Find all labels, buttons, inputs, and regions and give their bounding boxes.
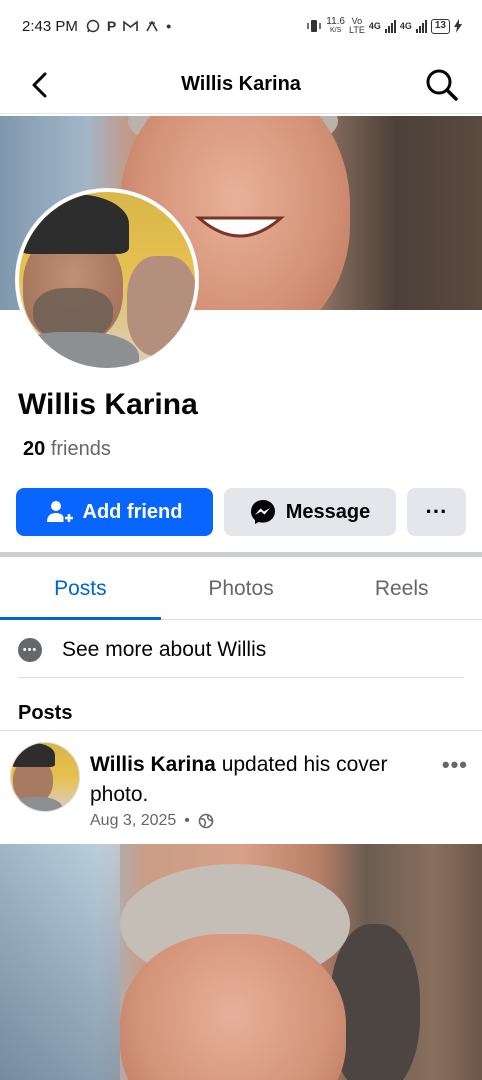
profile-tabs: Posts Photos Reels bbox=[0, 558, 482, 620]
signal-bars-2-icon bbox=[415, 19, 427, 33]
post-header: Willis Karina updated his cover photo. A… bbox=[10, 742, 472, 838]
profile-actions: Add friend Message ··· bbox=[16, 488, 466, 536]
message-button[interactable]: Message bbox=[224, 488, 396, 536]
tab-photos[interactable]: Photos bbox=[161, 558, 322, 619]
posts-divider bbox=[0, 730, 482, 731]
profile-picture[interactable] bbox=[15, 188, 199, 372]
speed-unit: K/S bbox=[329, 27, 342, 34]
friends-count: 20 bbox=[23, 438, 46, 460]
add-person-icon bbox=[46, 501, 73, 522]
network-4g-1: 4G bbox=[368, 21, 381, 31]
p-icon: P bbox=[106, 18, 117, 34]
post-date[interactable]: Aug 3, 2025 bbox=[90, 812, 176, 830]
add-friend-button[interactable]: Add friend bbox=[16, 488, 213, 536]
page-title: Willis Karina bbox=[181, 73, 301, 95]
more-dots-icon: ··· bbox=[425, 499, 448, 524]
vibrate-icon bbox=[307, 20, 321, 32]
post-text: Willis Karina updated his cover photo. bbox=[90, 750, 420, 810]
post-meta: Aug 3, 2025 • bbox=[90, 812, 214, 830]
status-time: 2:43 PM bbox=[22, 17, 78, 35]
more-options-button[interactable]: ··· bbox=[407, 488, 466, 536]
posts-section-heading: Posts bbox=[18, 702, 73, 724]
tab-posts[interactable]: Posts bbox=[0, 558, 161, 620]
back-button[interactable] bbox=[22, 67, 58, 103]
status-bar: 2:43 PM P • 11.6 K/S Vo LTE 4G 4G 13 bbox=[0, 0, 482, 52]
gmail-icon bbox=[123, 20, 139, 31]
friends-count-link[interactable]: 20 friends bbox=[23, 438, 111, 461]
post-author-name[interactable]: Willis Karina bbox=[90, 753, 216, 776]
search-button[interactable] bbox=[424, 67, 460, 103]
top-app-bar: Willis Karina bbox=[0, 56, 482, 114]
whatsapp-icon bbox=[86, 19, 100, 33]
post-image[interactable] bbox=[0, 844, 482, 1080]
add-friend-label: Add friend bbox=[82, 500, 183, 523]
battery-level: 13 bbox=[430, 18, 450, 34]
post-author-avatar[interactable] bbox=[10, 742, 80, 812]
app-icon bbox=[146, 20, 158, 32]
search-icon bbox=[426, 69, 458, 101]
status-dot: • bbox=[166, 18, 172, 34]
network-4g-2: 4G bbox=[399, 21, 412, 31]
charging-icon bbox=[454, 19, 462, 33]
see-more-label: See more about Willis bbox=[62, 637, 267, 661]
section-divider bbox=[0, 552, 482, 557]
more-info-icon: ••• bbox=[18, 637, 42, 662]
post-meta-separator: • bbox=[184, 812, 190, 829]
avatar bbox=[19, 192, 195, 368]
message-label: Message bbox=[285, 500, 371, 523]
back-arrow-icon bbox=[32, 72, 47, 97]
tab-reels[interactable]: Reels bbox=[321, 558, 482, 619]
profile-name: Willis Karina bbox=[18, 388, 198, 421]
signal-bars-1-icon bbox=[384, 19, 396, 33]
see-more-about-row[interactable]: ••• See more about Willis bbox=[18, 622, 464, 678]
post-more-button[interactable]: ••• bbox=[442, 752, 468, 778]
speed-value: 11.6 bbox=[326, 16, 345, 27]
friends-label: friends bbox=[50, 438, 111, 460]
messenger-icon bbox=[250, 500, 275, 524]
globe-icon bbox=[198, 813, 214, 829]
volte-bottom: LTE bbox=[349, 25, 365, 35]
